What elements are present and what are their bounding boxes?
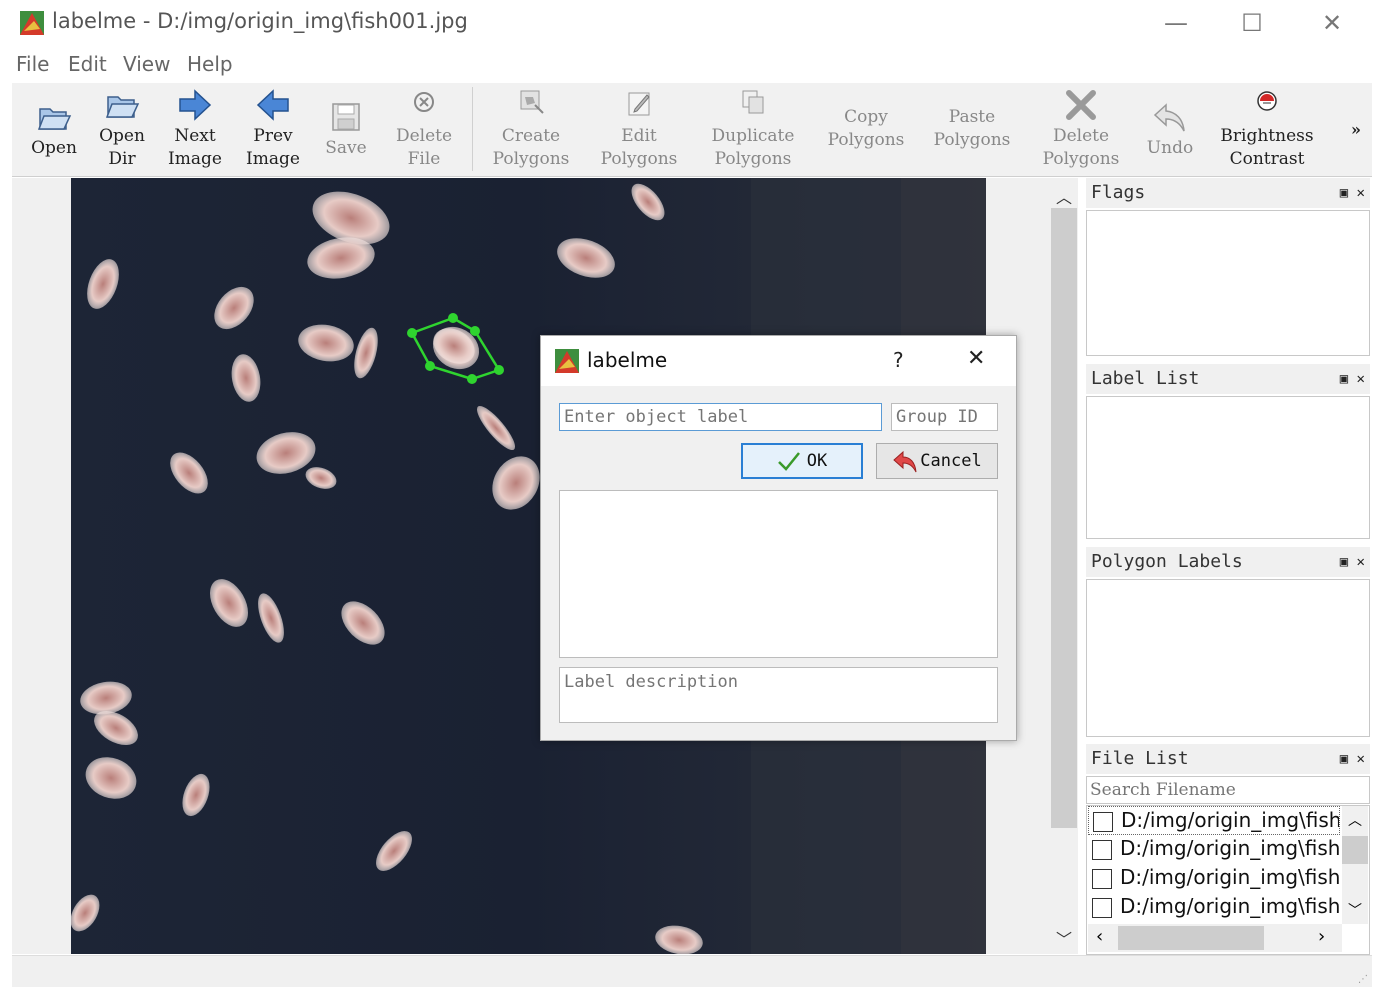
window-edge (1372, 0, 1384, 987)
delete-file-button[interactable]: Delete File (384, 83, 464, 175)
toolbar: Open Open Dir Next Image Prev Image Save… (12, 83, 1372, 177)
polygon-labels-list[interactable] (1086, 579, 1370, 737)
create-polygons-button[interactable]: Create Polygons (482, 83, 580, 175)
menu-view[interactable]: View (123, 52, 170, 76)
polygon-create-icon (520, 90, 544, 114)
scrollbar-thumb[interactable] (1342, 836, 1368, 864)
scroll-left-arrow-icon[interactable]: ‹ (1096, 926, 1103, 947)
open-button[interactable]: Open (24, 83, 84, 175)
dialog-close-button[interactable]: ✕ (967, 346, 985, 371)
delete-polygons-button[interactable]: Delete Polygons (1030, 83, 1132, 175)
label-list[interactable] (1086, 396, 1370, 539)
resize-grip-icon[interactable]: ⋰ (1358, 974, 1368, 985)
edit-pencil-icon (628, 92, 650, 116)
polygon-vertex[interactable] (425, 361, 435, 371)
arrow-left-icon (256, 89, 289, 121)
scrollbar-thumb[interactable] (1051, 208, 1077, 828)
label-description-input[interactable] (559, 667, 998, 723)
scroll-down-arrow-icon[interactable]: ﹀ (1056, 926, 1072, 950)
file-list-item[interactable]: D:/img/origin_img\fish (1088, 893, 1340, 922)
file-checkbox[interactable] (1092, 869, 1112, 889)
file-checkbox[interactable] (1093, 812, 1113, 832)
dock-float-close-icon[interactable]: ▣ ✕ (1340, 364, 1365, 394)
label-list-dock-title: Label List ▣ ✕ (1086, 364, 1370, 394)
toolbar-overflow-button[interactable]: » (1342, 83, 1370, 175)
cancel-circle-icon (414, 92, 434, 112)
menu-bar: File Edit View Help (0, 50, 1384, 82)
edit-polygons-button[interactable]: Edit Polygons (590, 83, 688, 175)
scroll-down-arrow-icon[interactable]: ﹀ (1348, 900, 1362, 920)
scroll-up-arrow-icon[interactable]: ︿ (1056, 184, 1072, 208)
paste-polygons-button[interactable]: Paste Polygons (924, 83, 1020, 175)
app-logo-icon (555, 349, 579, 373)
status-bar: ⋰ (12, 955, 1372, 987)
group-id-input[interactable] (891, 403, 998, 431)
maximize-button[interactable]: ☐ (1232, 8, 1272, 40)
file-list-item[interactable]: D:/img/origin_img\fish (1088, 806, 1340, 835)
scroll-up-arrow-icon[interactable]: ︿ (1348, 810, 1362, 830)
file-list-item[interactable]: D:/img/origin_img\fish (1088, 835, 1340, 864)
polygon-vertex[interactable] (494, 365, 504, 375)
open-dir-button[interactable]: Open Dir (90, 83, 154, 175)
file-list-horizontal-scrollbar[interactable]: ‹ › (1088, 924, 1342, 952)
folder-open-icon (37, 107, 72, 130)
undo-button[interactable]: Undo (1140, 83, 1200, 175)
menu-help[interactable]: Help (187, 52, 233, 76)
app-logo-icon (20, 11, 44, 35)
window-title: labelme - D:/img/origin_img\fish001.jpg (52, 9, 468, 33)
file-checkbox[interactable] (1092, 840, 1112, 860)
file-list-vertical-scrollbar[interactable]: ︿ ﹀ (1342, 806, 1368, 924)
arrow-right-icon (179, 89, 212, 121)
search-filename-input[interactable] (1086, 776, 1370, 804)
brightness-contrast-icon (1257, 91, 1277, 111)
dialog-title-bar: labelme ? ✕ (541, 336, 1016, 386)
dock-float-close-icon[interactable]: ▣ ✕ (1340, 178, 1365, 208)
ok-button[interactable]: OK (741, 443, 863, 479)
object-label-input[interactable] (559, 403, 882, 431)
scrollbar-thumb[interactable] (1118, 926, 1264, 950)
polygon-labels-dock-title: Polygon Labels ▣ ✕ (1086, 547, 1370, 577)
file-list-item[interactable]: D:/img/origin_img\fish (1088, 864, 1340, 893)
undo-arrow-icon (1153, 102, 1185, 131)
polygon-vertex[interactable] (407, 328, 417, 338)
next-image-button[interactable]: Next Image (162, 83, 228, 175)
minimize-button[interactable]: — (1156, 8, 1196, 40)
file-list-dock-title: File List ▣ ✕ (1086, 744, 1370, 774)
brightness-contrast-button[interactable]: Brightness Contrast (1208, 83, 1326, 175)
delete-x-icon (1066, 90, 1096, 120)
dock-float-close-icon[interactable]: ▣ ✕ (1340, 744, 1365, 774)
title-bar: labelme - D:/img/origin_img\fish001.jpg … (0, 0, 1384, 48)
cancel-button[interactable]: Cancel (876, 443, 998, 479)
menu-file[interactable]: File (16, 52, 49, 76)
toolbar-separator (472, 87, 473, 171)
checkmark-icon (777, 452, 800, 471)
duplicate-polygons-button[interactable]: Duplicate Polygons (698, 83, 808, 175)
flags-list[interactable] (1086, 210, 1370, 356)
dock-float-close-icon[interactable]: ▣ ✕ (1340, 547, 1365, 577)
undo-arrow-icon (893, 450, 917, 473)
canvas-vertical-scrollbar[interactable]: ︿ ﹀ (1050, 178, 1078, 954)
floppy-disk-icon (332, 102, 360, 131)
menu-edit[interactable]: Edit (68, 52, 107, 76)
label-dialog: labelme ? ✕ OK Cancel (540, 335, 1017, 741)
prev-image-button[interactable]: Prev Image (240, 83, 306, 175)
folder-open-icon (105, 96, 140, 118)
duplicate-icon (742, 90, 764, 114)
help-button[interactable]: ? (893, 348, 904, 372)
scroll-right-arrow-icon[interactable]: › (1318, 926, 1325, 947)
polygon-vertex[interactable] (470, 326, 480, 336)
copy-polygons-button[interactable]: Copy Polygons (818, 83, 914, 175)
dialog-title: labelme (587, 348, 668, 372)
flags-dock-title: Flags ▣ ✕ (1086, 178, 1370, 208)
close-window-button[interactable]: ✕ (1312, 8, 1352, 40)
polygon-vertex[interactable] (448, 313, 458, 323)
file-checkbox[interactable] (1092, 898, 1112, 918)
save-button[interactable]: Save (316, 83, 376, 175)
label-suggestion-list[interactable] (559, 490, 998, 658)
polygon-vertex[interactable] (467, 374, 477, 384)
